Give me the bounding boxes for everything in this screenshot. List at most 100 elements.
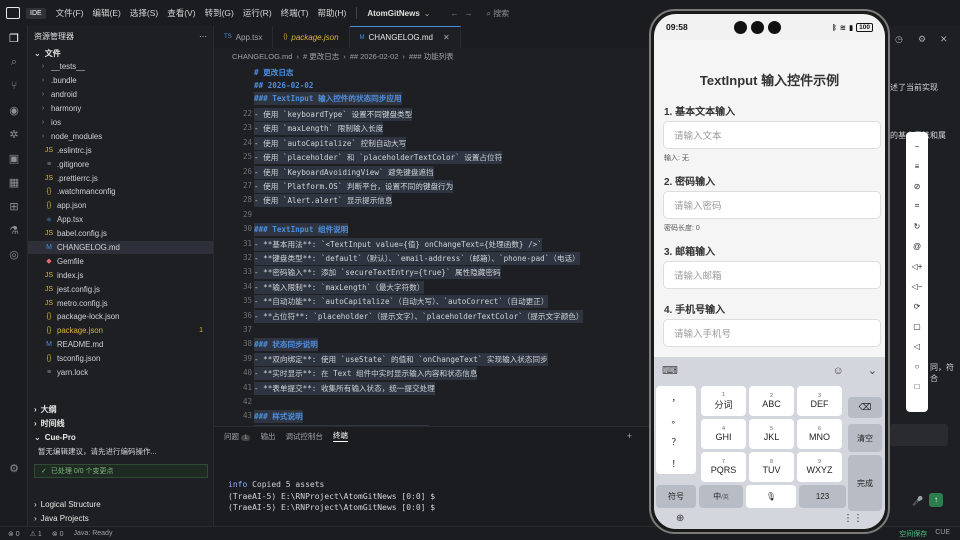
warning-count[interactable]: ⚠ 1 bbox=[30, 530, 42, 538]
tab-changelog-md[interactable]: M CHANGELOG.md ✕ bbox=[349, 26, 461, 48]
grid-icon[interactable]: ▦ bbox=[0, 170, 28, 194]
keyboard-settings-icon[interactable]: ⌨ bbox=[662, 364, 678, 377]
menu-terminal[interactable]: 终端(T) bbox=[281, 7, 309, 19]
file-tree-item[interactable]: › __tests__ bbox=[28, 60, 213, 74]
keypad-key[interactable]: 1 分词 bbox=[701, 386, 746, 416]
settings-icon[interactable]: ⚙ bbox=[918, 34, 926, 45]
rotate-icon[interactable]: ↻ bbox=[914, 216, 921, 236]
volume-up-icon[interactable]: ◁+ bbox=[912, 256, 923, 276]
file-tree-item[interactable]: › harmony bbox=[28, 102, 213, 116]
menu-view[interactable]: 查看(V) bbox=[167, 7, 195, 19]
menu-help[interactable]: 帮助(H) bbox=[318, 7, 347, 19]
settings-gear-icon[interactable]: ⚙ bbox=[0, 456, 28, 480]
phone-number-input[interactable]: 请输入手机号 bbox=[663, 319, 881, 347]
more-icon[interactable]: ··· bbox=[199, 32, 207, 41]
punct-key[interactable]: ？ bbox=[671, 435, 680, 448]
done-key[interactable]: 完成 bbox=[848, 455, 882, 511]
file-tree-item[interactable]: JS babel.config.js bbox=[28, 227, 213, 241]
info-count[interactable]: ⊗ 0 bbox=[52, 530, 64, 538]
file-tree-item[interactable]: {} package.json 1 bbox=[28, 324, 213, 338]
minimize-icon[interactable]: − bbox=[915, 136, 920, 156]
globe-icon[interactable]: ⊕ bbox=[676, 513, 684, 524]
search-icon[interactable]: ⌕ bbox=[0, 50, 28, 74]
eye-icon[interactable]: ◉ bbox=[0, 98, 28, 122]
account-icon[interactable]: ◎ bbox=[0, 242, 28, 266]
source-control-icon[interactable]: ⑂ bbox=[0, 74, 28, 98]
java-projects-section[interactable]: › Java Projects bbox=[28, 511, 214, 525]
file-tree-item[interactable]: {} package-lock.json bbox=[28, 310, 213, 324]
breadcrumb-item[interactable]: # 更改日志 bbox=[303, 51, 339, 62]
search-box[interactable]: ⌕ 搜索 bbox=[486, 8, 509, 19]
symbol-key[interactable]: 符号 bbox=[656, 485, 696, 508]
java-status[interactable]: Java: Ready bbox=[74, 530, 113, 537]
file-tree-item[interactable]: JS .prettierrc.js bbox=[28, 171, 213, 185]
file-tree-item[interactable]: › ios bbox=[28, 116, 213, 130]
file-tree-item[interactable]: JS jest.config.js bbox=[28, 282, 213, 296]
punct-key[interactable]: ， bbox=[671, 391, 680, 404]
file-tree-item[interactable]: JS metro.config.js bbox=[28, 296, 213, 310]
keypad-key[interactable]: 9 WXYZ bbox=[797, 452, 842, 482]
location-icon[interactable]: @ bbox=[913, 236, 921, 256]
breadcrumb-item[interactable]: ## 2026-02-02 bbox=[350, 52, 399, 61]
file-tree-item[interactable]: › android bbox=[28, 88, 213, 102]
code-editor[interactable]: # 更改日志 ## 2026-02-02 ### TextInput 输入控件的… bbox=[214, 64, 650, 426]
file-tree-item[interactable]: {} app.json bbox=[28, 199, 213, 213]
terminal-output[interactable]: info Copied 5 assets (TraeAI-5) E:\RNPro… bbox=[228, 479, 435, 514]
logical-structure-section[interactable]: › Logical Structure bbox=[28, 497, 214, 511]
menu-file[interactable]: 文件(F) bbox=[56, 7, 84, 19]
chat-input-area[interactable] bbox=[890, 424, 948, 446]
ide-badge[interactable]: IDE bbox=[26, 7, 46, 19]
file-tree-item[interactable]: ◆ Gemfile bbox=[28, 254, 213, 268]
outline-section[interactable]: › 大纲 bbox=[28, 402, 214, 416]
explorer-icon[interactable]: ❐ bbox=[0, 26, 28, 50]
tab-debug-console[interactable]: 调试控制台 bbox=[285, 431, 323, 442]
file-tree-item[interactable]: {} .watchmanconfig bbox=[28, 185, 213, 199]
nav-back-icon[interactable]: ◁ bbox=[914, 336, 920, 356]
tab-terminal[interactable]: 终端 bbox=[332, 430, 348, 442]
save-status[interactable]: 空间保存 bbox=[899, 529, 927, 539]
add-terminal-icon[interactable]: + bbox=[627, 431, 632, 441]
cue-section[interactable]: ⌄ Cue-Pro bbox=[28, 430, 214, 444]
close-icon[interactable]: ✕ bbox=[940, 34, 948, 45]
close-icon[interactable]: ✕ bbox=[443, 33, 450, 42]
cue-status[interactable]: CUE bbox=[935, 529, 950, 539]
flask-icon[interactable]: ⚗ bbox=[0, 218, 28, 242]
menu-lines-icon[interactable]: ≡ bbox=[915, 156, 920, 176]
menu-edit[interactable]: 编辑(E) bbox=[93, 7, 121, 19]
tab-package-json[interactable]: {} package.json bbox=[273, 26, 350, 48]
keypad-key[interactable]: 4 GHI bbox=[701, 419, 746, 449]
send-button[interactable]: ↑ bbox=[929, 493, 943, 507]
error-count[interactable]: ⊗ 0 bbox=[8, 530, 20, 538]
nav-recent-icon[interactable]: □ bbox=[915, 376, 920, 396]
file-tree-item[interactable]: ≡ yarn.lock bbox=[28, 366, 213, 380]
back-arrow-icon[interactable]: ← bbox=[450, 9, 458, 18]
file-tree-item[interactable]: JS index.js bbox=[28, 268, 213, 282]
file-tree-item[interactable]: › .bundle bbox=[28, 74, 213, 88]
file-tree-item[interactable]: M CHANGELOG.md bbox=[28, 240, 213, 255]
keypad-key[interactable]: 2 ABC bbox=[749, 386, 794, 416]
remote-icon[interactable]: ▣ bbox=[0, 146, 28, 170]
keypad-key[interactable]: 8 TUV bbox=[749, 452, 794, 482]
mic-icon[interactable]: 🎤 bbox=[912, 496, 923, 507]
nav-home-icon[interactable]: ○ bbox=[915, 356, 920, 376]
text-input[interactable]: 请输入文本 bbox=[663, 121, 881, 149]
keypad-key[interactable]: 5 JKL bbox=[749, 419, 794, 449]
crop-icon[interactable]: ⌗ bbox=[915, 196, 920, 216]
chevron-down-icon[interactable]: ⌄ bbox=[424, 9, 431, 18]
screenshot-icon[interactable]: ▢ bbox=[913, 316, 921, 336]
collapse-keyboard-icon[interactable]: ⌄ bbox=[868, 364, 877, 377]
debug-icon[interactable]: ✲ bbox=[0, 122, 28, 146]
file-tree-item[interactable]: ⚛ App.tsx bbox=[28, 213, 213, 227]
file-tree-item[interactable]: {} tsconfig.json bbox=[28, 352, 213, 366]
keypad-key[interactable]: 6 MNO bbox=[797, 419, 842, 449]
project-name[interactable]: AtomGitNews bbox=[367, 9, 419, 18]
space-key[interactable]: 🎙 bbox=[746, 485, 796, 508]
tab-app-tsx[interactable]: TS App.tsx bbox=[214, 26, 274, 48]
tab-output[interactable]: 输出 bbox=[260, 431, 275, 442]
menu-select[interactable]: 选择(S) bbox=[130, 7, 158, 19]
history-icon[interactable]: ◷ bbox=[895, 34, 903, 45]
punct-key[interactable]: 。 bbox=[671, 413, 680, 426]
keypad-key[interactable]: 3 DEF bbox=[797, 386, 842, 416]
fold-icon[interactable]: ⟳ bbox=[914, 296, 921, 316]
file-tree-item[interactable]: ≡ .gitignore bbox=[28, 157, 213, 171]
